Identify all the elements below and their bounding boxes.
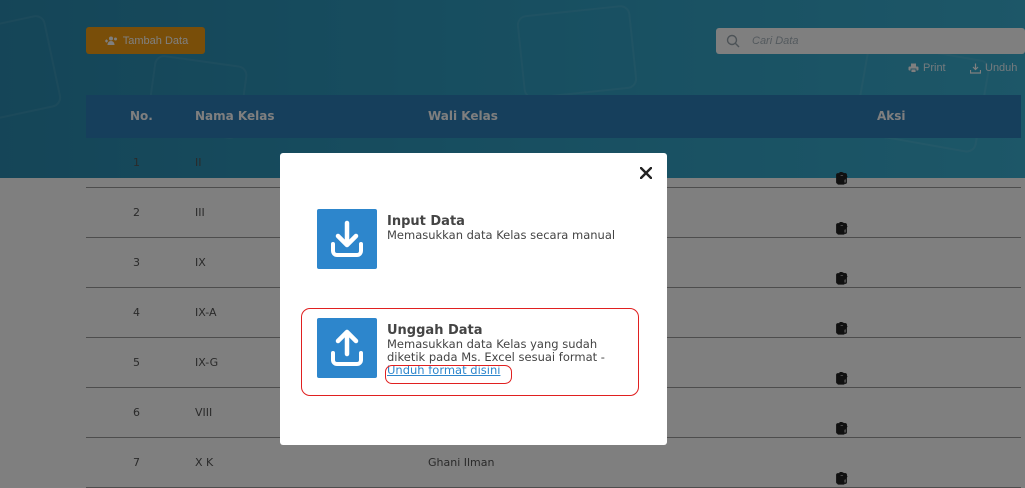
input-data-title: Input Data xyxy=(387,214,465,229)
close-button[interactable] xyxy=(636,163,656,183)
input-data-description: Memasukkan data Kelas secara manual xyxy=(387,228,616,242)
input-data-option[interactable]: Input Data Memasukkan data Kelas secara … xyxy=(317,209,637,269)
download-arrow-icon xyxy=(331,220,363,257)
add-data-modal: Input Data Memasukkan data Kelas secara … xyxy=(280,153,667,445)
input-data-tile[interactable] xyxy=(317,209,377,269)
link-highlight-outline xyxy=(385,365,512,384)
close-icon xyxy=(640,167,652,179)
